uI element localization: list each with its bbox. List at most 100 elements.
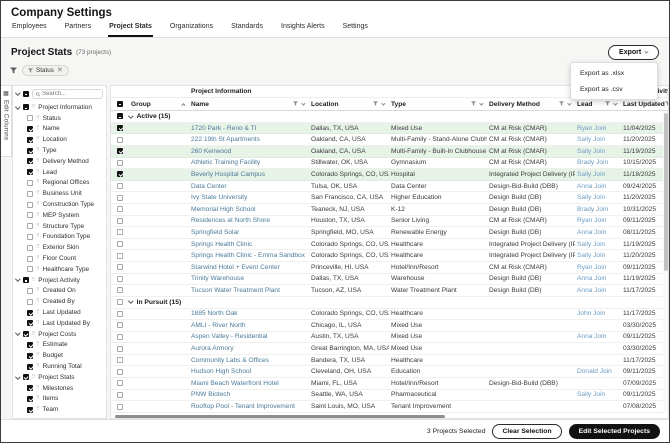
column-checkbox[interactable] (27, 147, 33, 154)
column-checkbox[interactable] (27, 320, 33, 327)
column-group-project-stats[interactable]: ⠿ Project Stats (13, 372, 106, 383)
lead-link[interactable]: Ryan Join (575, 125, 621, 132)
group-row-active-15-[interactable]: Active (15) (111, 111, 663, 123)
row-checkbox[interactable] (117, 241, 123, 248)
lead-link[interactable]: Sally Join (575, 194, 621, 201)
column-toggle-milestones[interactable]: ⠿ Milestones (13, 383, 106, 394)
project-name-link[interactable]: Memorial High School (189, 206, 309, 213)
row-checkbox[interactable] (117, 217, 123, 224)
row-checkbox[interactable] (117, 159, 123, 166)
column-toggle-created-on[interactable]: ⠿ Created On (13, 286, 106, 297)
group-checkbox[interactable] (22, 331, 29, 338)
tab-project-stats[interactable]: Project Stats (108, 20, 153, 37)
column-toggle-construction-type[interactable]: ⠿ Construction Type (13, 199, 106, 210)
lead-link[interactable]: Sally Join (575, 241, 621, 248)
drag-handle-icon[interactable]: ⠿ (36, 385, 40, 391)
drag-handle-icon[interactable]: ⠿ (36, 299, 40, 304)
menu-item-export-as-csv[interactable]: Export as .csv (571, 81, 657, 97)
lead-link[interactable]: Brady Join (575, 206, 621, 213)
edit-columns-tab[interactable]: ▦ Edit Columns (1, 85, 12, 157)
column-checkbox[interactable] (27, 115, 33, 122)
column-toggle-team[interactable]: ⠿ Team (13, 404, 106, 415)
drag-handle-icon[interactable]: ⠿ (36, 180, 40, 185)
table-row[interactable]: Aspen Valley - Residential Austin, TX, US… (111, 331, 663, 344)
lead-link[interactable]: Anna Join (575, 333, 621, 340)
funnel-filter-icon[interactable] (293, 100, 299, 108)
project-name-link[interactable]: PNW Biotech (189, 391, 309, 398)
column-checkbox[interactable] (27, 179, 33, 186)
drag-handle-icon[interactable]: ⠿ (36, 234, 40, 239)
column-header-group[interactable]: Group (129, 98, 189, 110)
column-group-project-information[interactable]: ⠿ Project Information (13, 102, 106, 113)
project-name-link[interactable]: 260 Kenwood (189, 148, 309, 155)
column-toggle-created-by[interactable]: ⠿ Created By (13, 296, 106, 307)
column-checkbox[interactable] (27, 201, 33, 208)
column-checkbox[interactable] (27, 385, 33, 392)
drag-handle-icon[interactable]: ⠿ (32, 277, 36, 283)
project-name-link[interactable]: Springfield Solar (189, 229, 309, 236)
tab-employees[interactable]: Employees (11, 20, 48, 37)
lead-link[interactable]: John Join (575, 310, 621, 317)
project-name-link[interactable]: Tucson Water Treatment Plant (189, 287, 309, 294)
drag-handle-icon[interactable]: ⠿ (36, 223, 40, 229)
table-row[interactable]: Trinity Warehouse Dallas, TX, USA Warehous… (111, 273, 663, 286)
column-toggle-exterior-skin[interactable]: ⠿ Exterior Skin (13, 242, 106, 253)
column-toggle-delivery-method[interactable]: ⠿ Delivery Method (13, 156, 106, 167)
table-row[interactable]: Springfield Solar Springfield, MO, USA Ren… (111, 227, 663, 239)
select-all-rows-checkbox[interactable] (117, 101, 123, 107)
chevron-down-icon[interactable] (128, 112, 134, 118)
table-row[interactable]: Springs Health Clinic - Emma Sandbox Colo… (111, 250, 663, 262)
lead-link[interactable]: Anna Join (575, 287, 621, 294)
column-checkbox[interactable] (27, 255, 33, 262)
row-checkbox[interactable] (117, 357, 123, 364)
table-row[interactable]: 1720 Park - Reno & TI Dallas, TX, USA Mixe… (111, 122, 663, 135)
project-name-link[interactable]: Residences at North Shore (189, 217, 309, 224)
column-header-delivery-method[interactable]: Delivery Method (487, 98, 575, 110)
lead-link[interactable]: Anna Join (575, 275, 621, 282)
lead-link[interactable]: Ryan Join (575, 217, 621, 224)
column-checkbox[interactable] (27, 233, 33, 240)
funnel-filter-icon[interactable] (664, 100, 668, 108)
column-toggle-last-updated-by[interactable]: ⠿ Last Updated By (13, 318, 106, 329)
column-group-project-activity[interactable]: ⠿ Project Activity (13, 275, 106, 286)
row-checkbox[interactable] (117, 310, 123, 317)
row-checkbox[interactable] (117, 206, 123, 213)
drag-handle-icon[interactable]: ⠿ (36, 148, 40, 153)
drag-handle-icon[interactable]: ⠿ (36, 288, 40, 293)
column-toggle-mep-system[interactable]: ⠿ MEP System (13, 210, 106, 221)
row-checkbox[interactable] (117, 183, 123, 190)
lead-link[interactable]: Anna Join (575, 229, 621, 236)
lead-link[interactable]: Sally Join (575, 171, 621, 178)
column-toggle-regional-offices[interactable]: ⠿ Regional Offices (13, 178, 106, 189)
table-row[interactable]: Ivy State University San Francisco, CA, U… (111, 192, 663, 204)
search-input[interactable] (42, 91, 99, 97)
column-toggle-items[interactable]: ⠿ Items (13, 394, 106, 405)
column-header-location[interactable]: Location (309, 98, 389, 110)
row-checkbox[interactable] (117, 391, 123, 398)
table-row[interactable]: Miami Beach Waterfront Hotel Miami, FL, U… (111, 378, 663, 390)
lead-link[interactable]: Ryan Join (575, 264, 621, 271)
row-checkbox[interactable] (117, 287, 123, 294)
table-row[interactable]: 1885 North Oak Colorado Springs, CO, USA H… (111, 308, 663, 321)
drag-handle-icon[interactable]: ⠿ (36, 115, 40, 121)
column-checkbox[interactable] (27, 169, 33, 176)
project-name-link[interactable]: Miami Beach Waterfront Hotel (189, 380, 309, 387)
drag-handle-icon[interactable]: ⠿ (36, 342, 40, 347)
column-toggle-type[interactable]: ⠿ Type (13, 145, 106, 156)
table-row[interactable]: PNW Biotech Seattle, WA, USA Pharmaceutica… (111, 389, 663, 402)
column-checkbox[interactable] (27, 266, 33, 273)
chevron-down-icon[interactable] (301, 101, 306, 105)
column-group-project-costs[interactable]: ⠿ Project Costs (13, 329, 106, 340)
row-checkbox[interactable] (117, 194, 123, 201)
row-checkbox[interactable] (117, 380, 123, 387)
column-toggle-location[interactable]: ⠿ Location (13, 134, 106, 145)
project-name-link[interactable]: Beverly Hospital Campus (189, 171, 309, 178)
lead-link[interactable]: Sally Join (575, 391, 621, 398)
funnel-filter-icon[interactable] (559, 100, 565, 108)
chevron-down-icon[interactable] (15, 90, 21, 96)
column-header-name[interactable]: Name (189, 98, 309, 110)
column-checkbox[interactable] (27, 363, 33, 370)
drag-handle-icon[interactable]: ⠿ (36, 364, 40, 369)
chevron-down-icon[interactable] (479, 101, 484, 105)
column-toggle-status[interactable]: ⠿ Status (13, 113, 106, 124)
